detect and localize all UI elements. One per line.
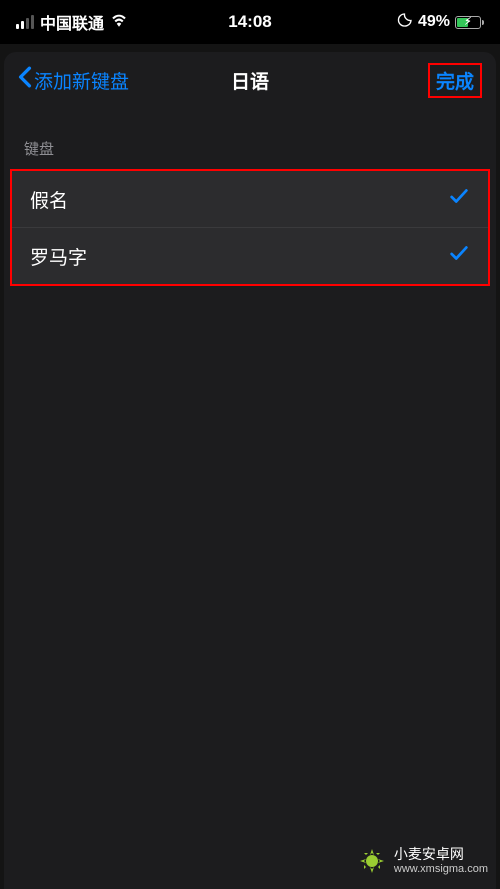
- battery-icon: ⚡︎: [455, 16, 484, 29]
- battery-percent: 49%: [418, 13, 450, 31]
- status-bar: 中国联通 14:08 49% ⚡︎: [0, 0, 500, 44]
- watermark-url: www.xmsigma.com: [394, 863, 488, 876]
- dnd-moon-icon: [397, 12, 413, 33]
- option-label: 罗马字: [30, 243, 87, 270]
- status-left: 中国联通: [16, 10, 128, 34]
- nav-bar: 添加新键盘 日语 完成: [4, 52, 496, 108]
- back-label: 添加新键盘: [34, 67, 129, 94]
- charging-bolt-icon: ⚡︎: [464, 17, 471, 28]
- watermark-logo-icon: [356, 845, 388, 877]
- checkmark-icon: [448, 242, 470, 270]
- keyboard-option-kana[interactable]: 假名: [12, 171, 488, 227]
- wifi-icon: [110, 13, 128, 32]
- chevron-left-icon: [18, 66, 32, 94]
- status-right: 49% ⚡︎: [397, 12, 484, 33]
- checkmark-icon: [448, 185, 470, 213]
- option-label: 假名: [30, 186, 68, 213]
- watermark: 小麦安卓网 www.xmsigma.com: [356, 845, 488, 877]
- status-time: 14:08: [228, 12, 271, 32]
- modal-sheet: 添加新键盘 日语 完成 键盘 假名 罗马字: [4, 52, 496, 889]
- section-header: 键盘: [4, 108, 496, 169]
- watermark-title: 小麦安卓网: [394, 846, 488, 863]
- page-title: 日语: [231, 67, 269, 94]
- back-button[interactable]: 添加新键盘: [18, 66, 129, 94]
- modal-backdrop: 添加新键盘 日语 完成 键盘 假名 罗马字: [0, 44, 500, 889]
- done-button[interactable]: 完成: [428, 63, 482, 98]
- keyboard-option-romaji[interactable]: 罗马字: [12, 227, 488, 284]
- keyboard-list: 假名 罗马字: [10, 169, 490, 286]
- signal-icon: [16, 15, 34, 29]
- carrier-label: 中国联通: [40, 10, 104, 34]
